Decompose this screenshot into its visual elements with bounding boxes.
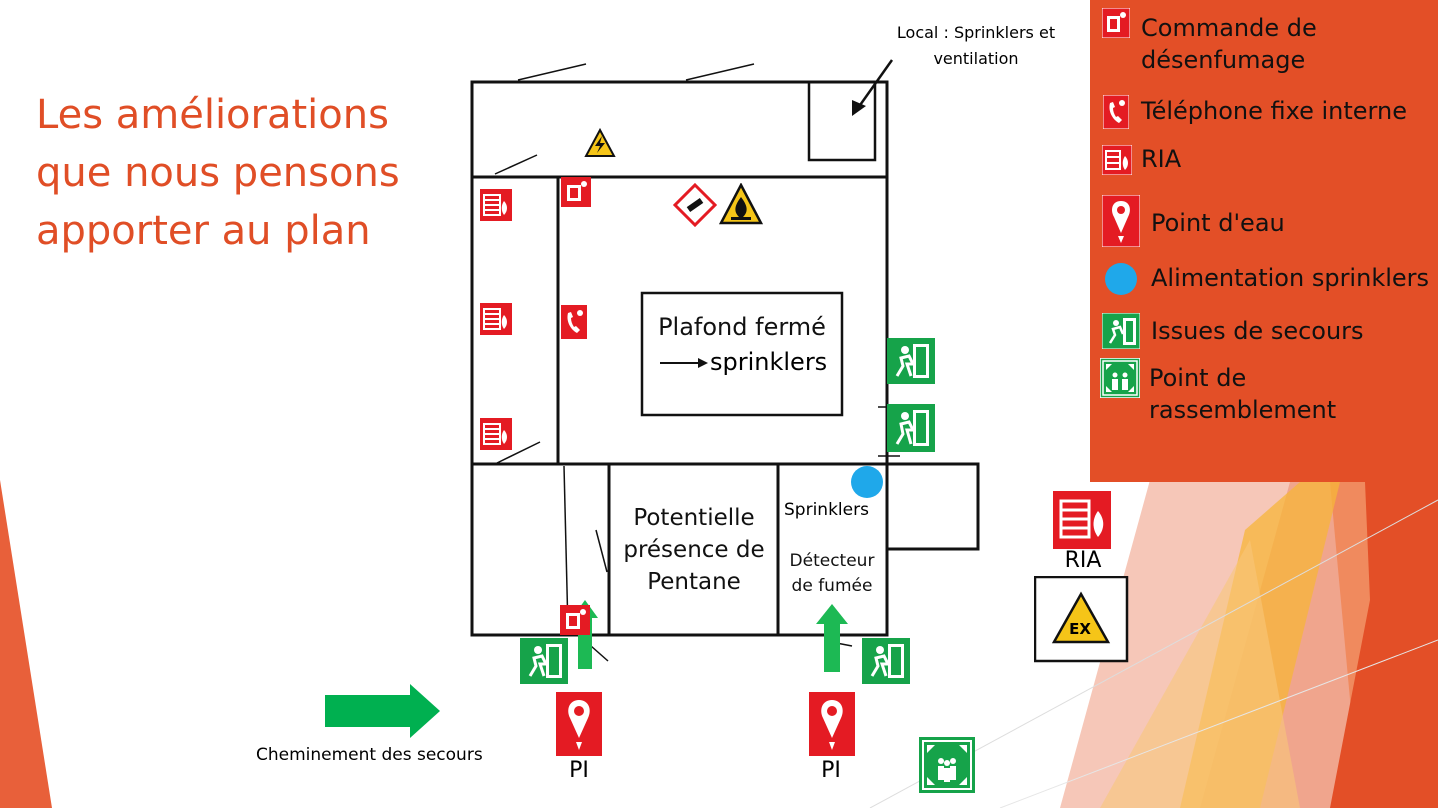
smoke-control-icon	[560, 605, 590, 635]
smoke-control-icon	[1102, 8, 1130, 38]
flammable-warning-icon	[719, 183, 763, 225]
emergency-exit-icon	[1102, 313, 1140, 349]
gas-hazard-icon	[673, 183, 717, 227]
fire-hose-icon	[480, 303, 512, 335]
local-label: Local : Sprinklers et ventilation	[896, 23, 1056, 68]
ex-label: EX	[1069, 620, 1091, 638]
phone-icon	[561, 305, 587, 339]
fire-hose-icon	[1102, 145, 1132, 175]
emergency-exit-icon	[862, 638, 910, 684]
emergency-exit-icon	[887, 338, 935, 384]
route-arrow	[410, 684, 440, 738]
smoke-control-icon	[561, 177, 591, 207]
pi-label: PI	[569, 758, 589, 783]
legend-label: Point de rassemblement	[1149, 364, 1337, 424]
assembly-point-icon	[919, 737, 975, 793]
legend-label: Commande de désenfumage	[1141, 14, 1317, 74]
sprinkler-dot-icon	[1105, 263, 1137, 295]
route-label: Cheminement des secours	[256, 745, 483, 765]
phone-icon	[1103, 95, 1129, 129]
water-point-icon	[556, 692, 602, 756]
fire-hose-icon	[1053, 491, 1111, 549]
water-point-icon	[809, 692, 855, 756]
sprinkler-supply-dot	[851, 466, 883, 498]
legend-panel: Commande de désenfumage Téléphone fixe i…	[1090, 0, 1438, 482]
plafond-label: Plafond fermé	[658, 313, 826, 341]
plafond-arrow-label: sprinklers	[710, 348, 828, 376]
water-point-icon	[1102, 195, 1140, 247]
sprinklers-label: Sprinklers	[784, 500, 869, 520]
emergency-exit-icon	[520, 638, 568, 684]
ria-label: RIA	[1064, 548, 1102, 573]
legend-label: Téléphone fixe interne	[1141, 97, 1407, 125]
emergency-exit-icon	[887, 404, 935, 452]
legend-label: Alimentation sprinklers	[1151, 264, 1430, 292]
legend-label: Issues de secours	[1151, 317, 1364, 345]
assembly-point-icon	[1100, 358, 1140, 398]
legend-label: Point d'eau	[1151, 209, 1285, 237]
fire-hose-icon	[480, 418, 512, 450]
fire-hose-icon	[480, 189, 512, 221]
electrical-warning-icon	[584, 128, 616, 157]
pi-label: PI	[821, 758, 841, 783]
pentane-label: Potentielle présence de Pentane	[623, 505, 765, 595]
detecteur-label: Détecteur de fumée	[789, 551, 875, 596]
legend-label: RIA	[1141, 145, 1182, 173]
